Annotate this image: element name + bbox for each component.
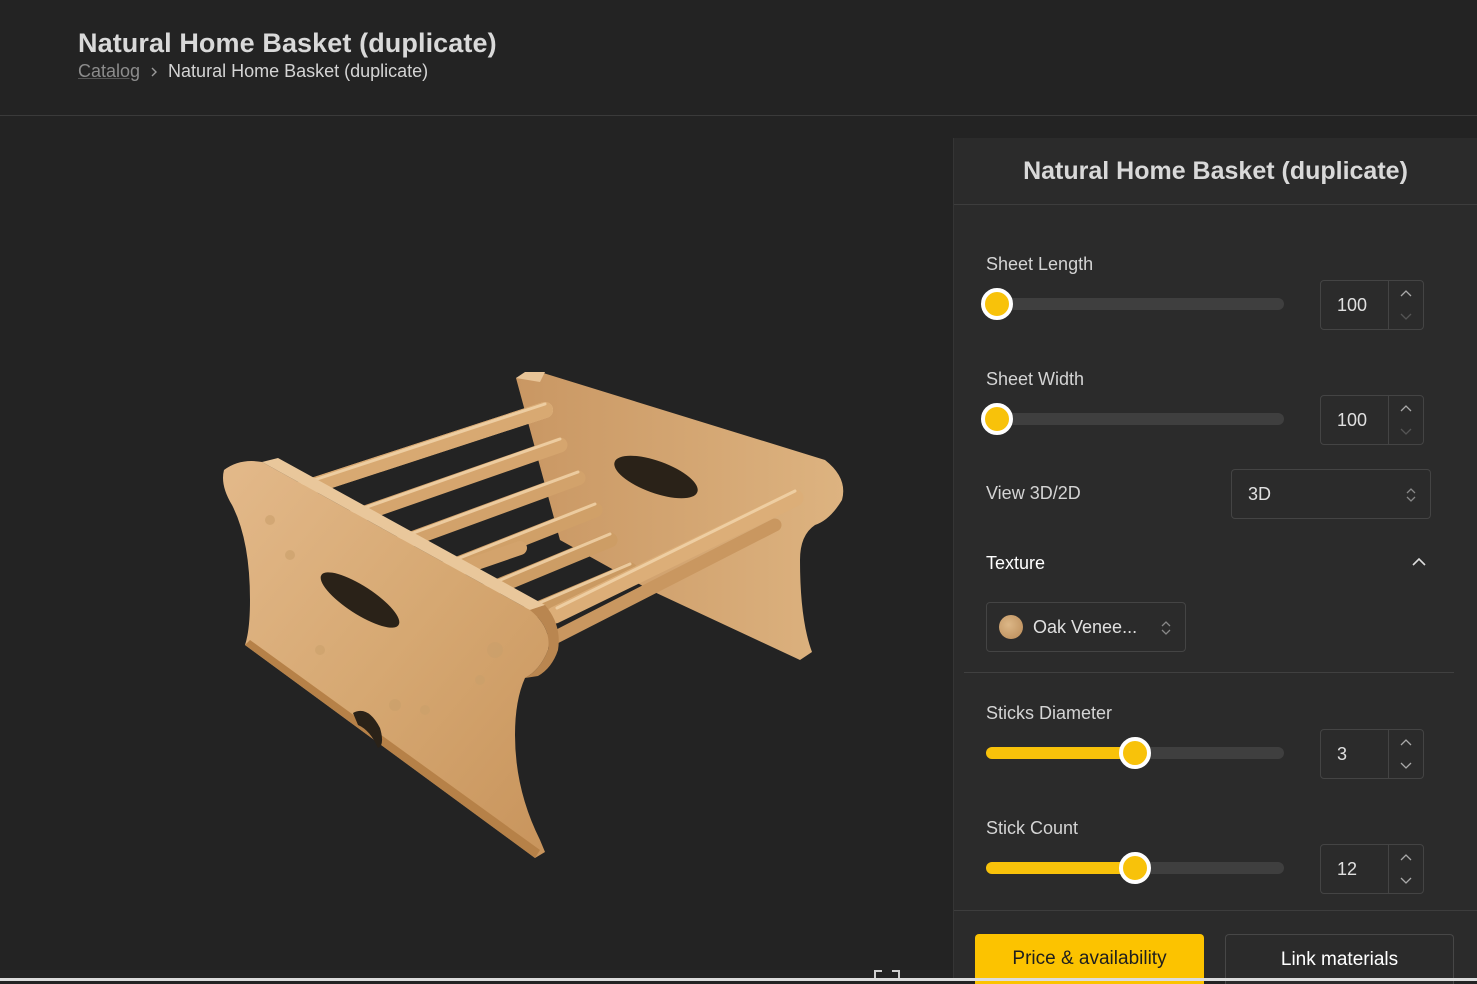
page-title: Natural Home Basket (duplicate) [78, 28, 497, 58]
stepper-controls [1389, 730, 1423, 778]
slider-track [986, 413, 1284, 425]
decrement-button[interactable] [1389, 869, 1423, 893]
slider-track [986, 298, 1284, 310]
chevron-right-icon [148, 66, 160, 78]
sheet-width-stepper[interactable]: 100 [1320, 395, 1424, 445]
wood-swatch-icon [999, 615, 1023, 639]
chevron-up-icon [1400, 739, 1412, 746]
sheet-length-stepper[interactable]: 100 [1320, 280, 1424, 330]
3d-viewer[interactable] [0, 117, 953, 981]
slider-thumb[interactable] [1119, 852, 1151, 884]
panel-title: Natural Home Basket (duplicate) [1023, 156, 1408, 185]
sheet-width-label: Sheet Width [986, 369, 1085, 389]
chevron-down-icon [1400, 313, 1412, 320]
stepper-controls [1389, 281, 1423, 329]
stepper-controls [1389, 845, 1423, 893]
sheet-width-slider[interactable] [981, 403, 1284, 435]
breadcrumb-current: Natural Home Basket (duplicate) [168, 61, 429, 81]
panel-footer: Price & availability Link materials [954, 910, 1477, 984]
view-mode-label: View 3D/2D [986, 483, 1081, 503]
slider-thumb[interactable] [981, 403, 1013, 435]
sticks-diameter-label: Sticks Diameter [986, 703, 1113, 723]
link-materials-button[interactable]: Link materials [1225, 934, 1454, 984]
sheet-width-value[interactable]: 100 [1321, 396, 1390, 444]
basket-3d-model[interactable] [0, 117, 953, 981]
panel-header: Natural Home Basket (duplicate) [954, 138, 1477, 205]
select-arrows-icon [1161, 621, 1171, 635]
chevron-up-icon [1400, 290, 1412, 297]
stick-count-label: Stick Count [986, 818, 1079, 838]
chevron-down-icon [1400, 428, 1412, 435]
decrement-button[interactable] [1389, 420, 1423, 444]
stepper-controls [1389, 396, 1423, 444]
slider-thumb[interactable] [981, 288, 1013, 320]
texture-section-header[interactable]: Texture [986, 553, 1426, 577]
section-divider [964, 672, 1454, 673]
texture-select[interactable]: Oak Venee... [986, 602, 1186, 652]
configurator-panel: Natural Home Basket (duplicate) Sheet Le… [953, 138, 1477, 984]
chevron-up-icon [1400, 405, 1412, 412]
texture-value: Oak Venee... [1033, 616, 1138, 637]
slider-fill [986, 747, 1135, 759]
sticks-diameter-slider[interactable] [986, 737, 1284, 769]
stick-count-stepper[interactable]: 12 [1320, 844, 1424, 894]
increment-button[interactable] [1389, 730, 1423, 754]
decrement-button[interactable] [1389, 305, 1423, 329]
breadcrumb-catalog-link[interactable]: Catalog [78, 61, 140, 82]
chevron-down-icon [1400, 762, 1412, 769]
sticks-diameter-value[interactable]: 3 [1321, 730, 1390, 778]
increment-button[interactable] [1389, 396, 1423, 420]
sheet-length-label: Sheet Length [986, 254, 1094, 274]
select-arrows-icon [1406, 488, 1416, 502]
chevron-down-icon [1400, 877, 1412, 884]
decrement-button[interactable] [1389, 754, 1423, 778]
stick-count-slider[interactable] [986, 852, 1284, 884]
sheet-length-slider[interactable] [981, 288, 1284, 320]
sticks-diameter-stepper[interactable]: 3 [1320, 729, 1424, 779]
sheet-length-value[interactable]: 100 [1321, 281, 1390, 329]
chevron-up-icon[interactable] [1412, 557, 1426, 567]
price-availability-button[interactable]: Price & availability [975, 934, 1204, 984]
slider-thumb[interactable] [1119, 737, 1151, 769]
increment-button[interactable] [1389, 281, 1423, 305]
slider-fill [986, 862, 1135, 874]
increment-button[interactable] [1389, 845, 1423, 869]
texture-title: Texture [986, 553, 1046, 573]
chevron-up-icon [1400, 854, 1412, 861]
view-mode-value: 3D [1248, 483, 1272, 504]
breadcrumb: Catalog Natural Home Basket (duplicate) [78, 61, 428, 82]
view-mode-select[interactable]: 3D [1231, 469, 1431, 519]
page-header: Natural Home Basket (duplicate) Catalog … [0, 0, 1477, 116]
stick-count-value[interactable]: 12 [1321, 845, 1390, 893]
